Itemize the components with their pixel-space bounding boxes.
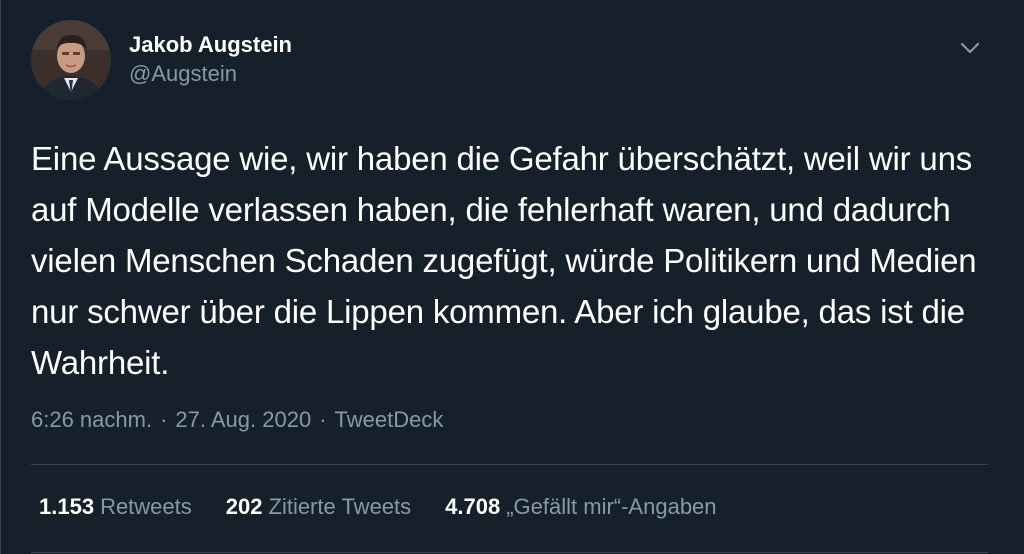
tweet-text: Eine Aussage wie, wir haben die Gefahr ü… [31,140,977,381]
tweet-source[interactable]: TweetDeck [335,405,444,435]
author-names: Jakob Augstein @Augstein [129,31,292,89]
likes-label: „Gefällt mir“-Angaben [506,494,717,519]
tweet-meta: 6:26 nachm. · 27. Aug. 2020 · TweetDeck [31,405,443,435]
meta-separator: · [319,407,327,432]
tweet-header: Jakob Augstein @Augstein [31,20,292,100]
tweet-stats: 1.153 Retweets 202 Zitierte Tweets 4.708 „G… [39,492,751,522]
quotes-label: Zitierte Tweets [268,494,412,519]
likes-count: 4.708 [445,494,501,519]
retweets-stat[interactable]: 1.153 Retweets [39,492,192,522]
tweet-date[interactable]: 27. Aug. 2020 [175,405,311,435]
tweet-card: Jakob Augstein @Augstein Eine Aussage wi… [0,0,1024,554]
avatar-image [31,20,111,100]
retweets-label: Retweets [100,494,192,519]
meta-separator: · [160,407,168,432]
avatar[interactable] [31,20,111,100]
tweet-time[interactable]: 6:26 nachm. [31,405,152,435]
author-handle[interactable]: @Augstein [129,59,292,89]
likes-stat[interactable]: 4.708 „Gefällt mir“-Angaben [445,492,716,522]
quotes-count: 202 [225,494,263,519]
divider [31,464,988,465]
retweets-count: 1.153 [39,494,95,519]
chevron-down-icon[interactable] [956,34,984,62]
quotes-stat[interactable]: 202 Zitierte Tweets [226,492,411,522]
author-display-name[interactable]: Jakob Augstein [129,31,292,59]
divider [31,552,988,553]
